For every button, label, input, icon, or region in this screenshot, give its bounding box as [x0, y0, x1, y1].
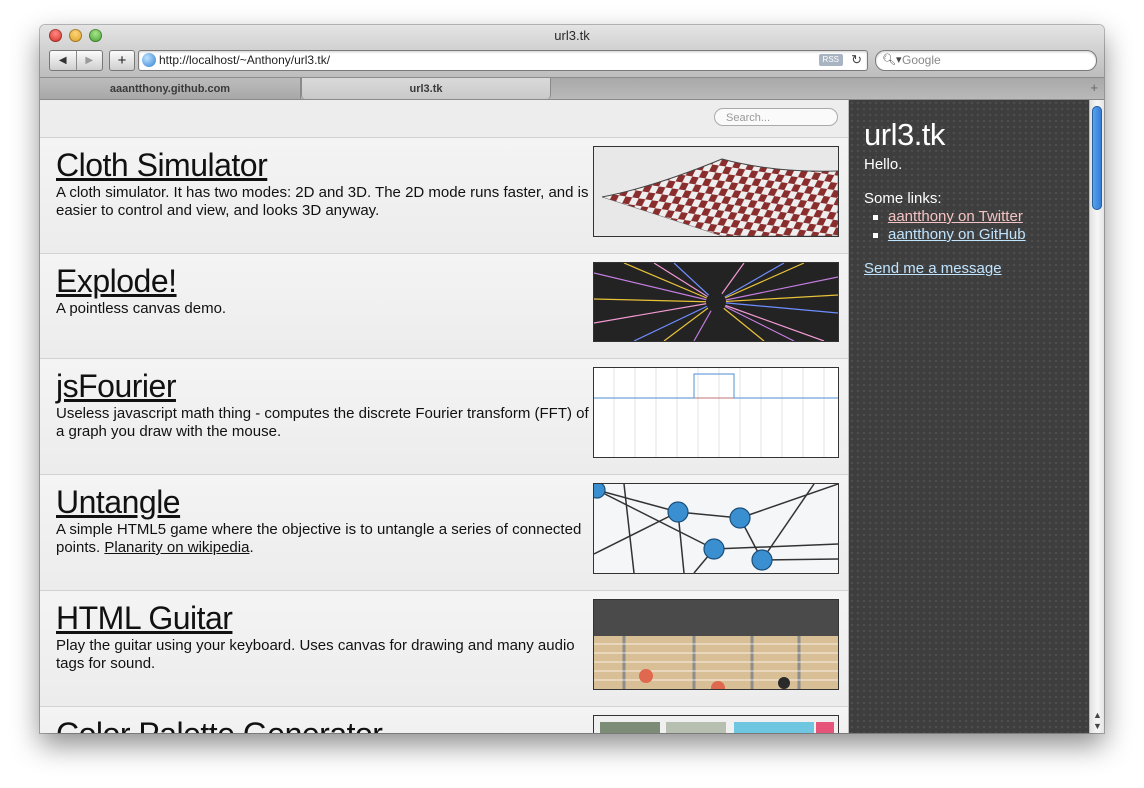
project-html-guitar: HTML Guitar Play the guitar using your k… — [40, 591, 848, 707]
sidebar: url3.tk Hello. Some links: aantthony on … — [849, 100, 1089, 733]
project-cloth-simulator: Cloth Simulator A cloth simulator. It ha… — [40, 138, 848, 254]
twitter-link[interactable]: aantthony on Twitter — [888, 208, 1023, 225]
scrollbar-thumb[interactable] — [1092, 106, 1102, 210]
globe-icon — [142, 53, 156, 67]
web-search-field[interactable]: 🔍︎▾ Google — [875, 50, 1097, 71]
forward-arrow-icon: ▶ — [85, 55, 94, 66]
planarity-link[interactable]: Planarity on wikipedia — [104, 539, 249, 556]
rss-button[interactable]: RSS — [818, 54, 843, 66]
window-title: url3.tk — [554, 28, 590, 43]
project-title[interactable]: Color Palette Generator — [56, 715, 383, 733]
project-title[interactable]: HTML Guitar — [56, 599, 233, 637]
back-arrow-icon: ◀ — [58, 55, 67, 66]
cloth-simulator-thumbnail[interactable] — [593, 146, 839, 237]
links-list: aantthony on Twitter aantthony on GitHub — [864, 208, 1026, 244]
description-end: . — [249, 539, 254, 556]
project-description: Play the guitar using your keyboard. Use… — [56, 637, 575, 672]
project-description: Useless javascript math thing - computes… — [56, 405, 589, 440]
project-description: A cloth simulator. It has two modes: 2D … — [56, 184, 589, 219]
search-icon: 🔍︎▾ — [882, 54, 902, 66]
link-item: aantthony on GitHub — [864, 226, 1026, 244]
address-bar-url[interactable]: http://localhost/~Anthony/url3.tk/ — [159, 53, 330, 67]
color-palette-thumbnail[interactable] — [593, 715, 839, 733]
site-title: url3.tk — [864, 117, 945, 152]
send-message-link-wrap: Send me a message — [864, 260, 1002, 277]
title-bar: url3.tk ◀ ▶ + http://localhost/~Anthony/… — [40, 25, 1104, 78]
explode-thumbnail[interactable] — [593, 262, 839, 342]
project-untangle: Untangle A simple HTML5 game where the o… — [40, 475, 848, 591]
site-search-input[interactable]: Search... — [714, 108, 838, 126]
project-title[interactable]: Explode! — [56, 262, 177, 300]
link-item: aantthony on Twitter — [864, 208, 1026, 226]
project-title[interactable]: Cloth Simulator — [56, 146, 268, 184]
back-button[interactable]: ◀ — [50, 51, 76, 70]
tab-github[interactable]: aaantthony.github.com — [40, 78, 301, 99]
jsfourier-thumbnail[interactable] — [593, 367, 839, 458]
project-explode: Explode! A pointless canvas demo. — [40, 254, 848, 359]
github-link[interactable]: aantthony on GitHub — [888, 226, 1026, 243]
links-heading: Some links: — [864, 190, 942, 207]
project-description: A pointless canvas demo. — [56, 300, 227, 317]
reload-icon[interactable]: ↻ — [851, 52, 862, 68]
add-bookmark-button[interactable]: + — [109, 50, 135, 71]
forward-button[interactable]: ▶ — [75, 51, 103, 70]
page-content: Search... Cloth Simulator A cloth simula… — [40, 100, 1104, 733]
scroll-up-arrow-icon[interactable]: ▲ — [1093, 710, 1102, 720]
address-bar[interactable]: http://localhost/~Anthony/url3.tk/ RSS ↻ — [138, 50, 868, 71]
greeting: Hello. — [864, 156, 903, 173]
back-forward-group: ◀ ▶ — [49, 50, 103, 71]
tab-bar: aaantthony.github.com url3.tk + — [40, 78, 1104, 100]
web-search-placeholder: Google — [902, 53, 941, 67]
browser-window: url3.tk ◀ ▶ + http://localhost/~Anthony/… — [40, 25, 1104, 733]
scroll-down-arrow-icon[interactable]: ▼ — [1093, 721, 1102, 731]
tab-url3[interactable]: url3.tk — [301, 78, 551, 99]
project-list: Search... Cloth Simulator A cloth simula… — [40, 100, 849, 733]
send-message-link[interactable]: Send me a message — [864, 260, 1002, 277]
project-jsfourier: jsFourier Useless javascript math thing … — [40, 359, 848, 475]
new-tab-icon[interactable]: + — [1090, 80, 1098, 95]
plus-icon: + — [117, 52, 127, 69]
project-description: A simple HTML5 game where the objective … — [56, 521, 596, 557]
vertical-scrollbar[interactable]: ▲ ▼ — [1089, 100, 1104, 733]
project-title[interactable]: jsFourier — [56, 367, 176, 405]
project-title[interactable]: Untangle — [56, 483, 181, 521]
untangle-thumbnail[interactable] — [593, 483, 839, 574]
project-color-palette-generator: Color Palette Generator — [40, 707, 848, 733]
html-guitar-thumbnail[interactable] — [593, 599, 839, 690]
